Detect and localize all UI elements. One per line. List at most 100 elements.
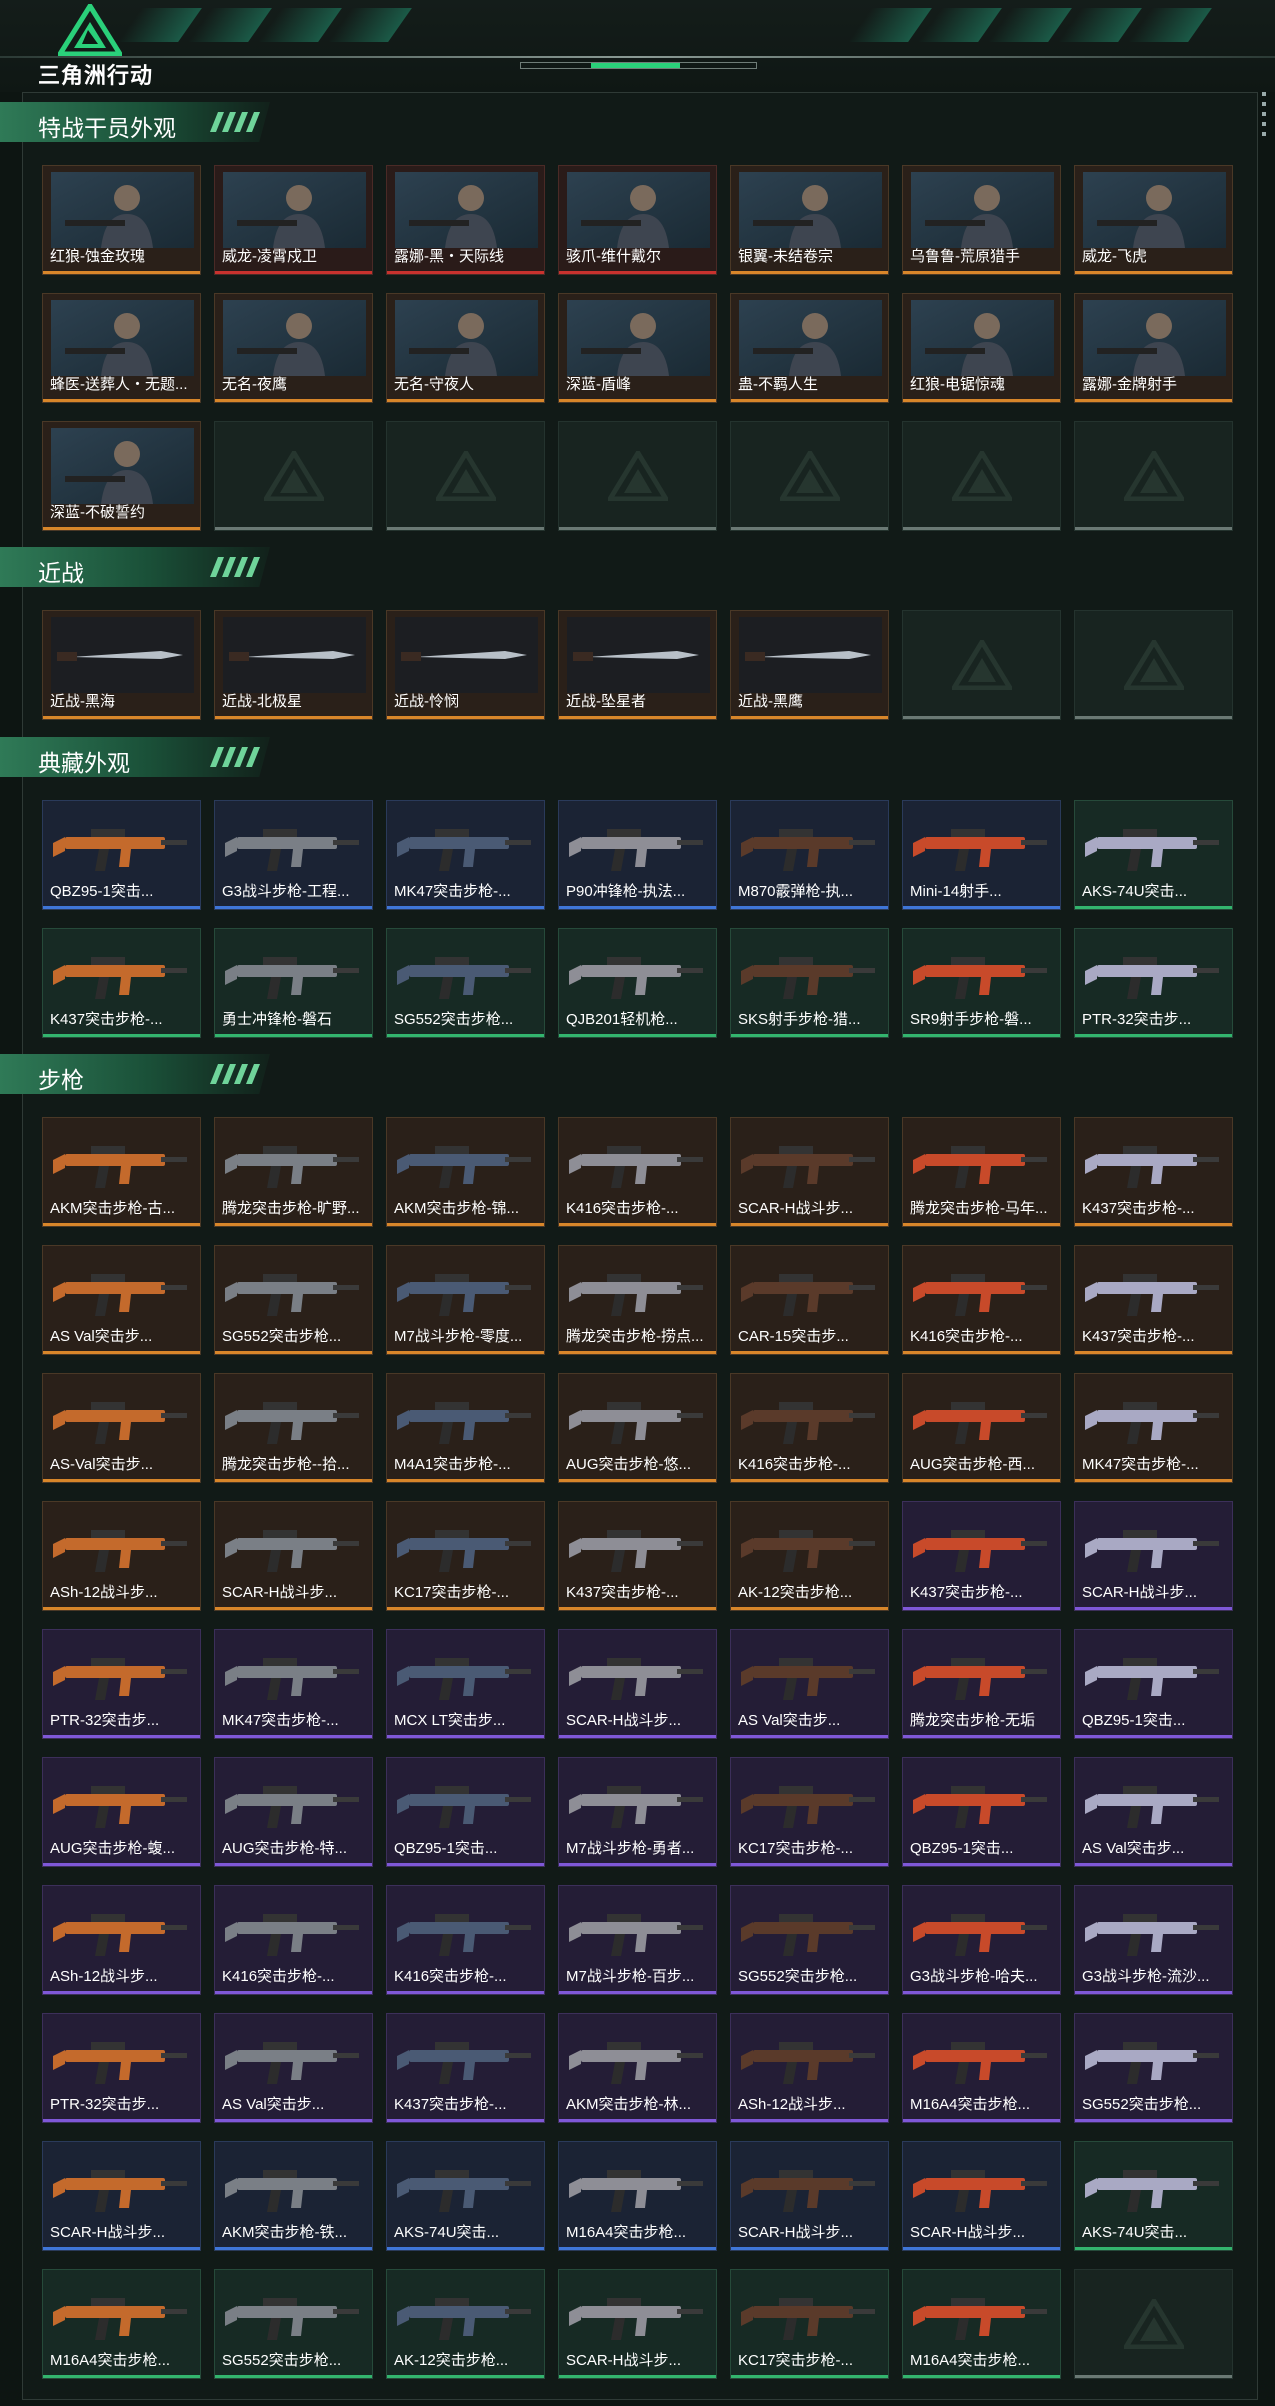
item-card[interactable]: SCAR-H战斗步... <box>558 1629 717 1739</box>
item-card[interactable]: AS Val突击步... <box>1074 1757 1233 1867</box>
item-card[interactable]: QBZ95-1突击... <box>1074 1629 1233 1739</box>
item-card[interactable]: 近战-黑海 <box>42 610 201 720</box>
item-card[interactable]: 露娜-金牌射手 <box>1074 293 1233 403</box>
item-card[interactable]: M16A4突击步枪... <box>902 2269 1061 2379</box>
item-card[interactable]: AK-12突击步枪... <box>730 1501 889 1611</box>
item-card[interactable]: 腾龙突击步枪-马年... <box>902 1117 1061 1227</box>
item-card[interactable]: SCAR-H战斗步... <box>558 2269 717 2379</box>
item-card[interactable]: 红狼-电锯惊魂 <box>902 293 1061 403</box>
item-card[interactable]: SCAR-H战斗步... <box>214 1501 373 1611</box>
item-card[interactable]: ASh-12战斗步... <box>42 1501 201 1611</box>
item-card[interactable]: SR9射手步枪-磐... <box>902 928 1061 1038</box>
item-card[interactable]: SCAR-H战斗步... <box>1074 1501 1233 1611</box>
item-card[interactable]: Mini-14射手... <box>902 800 1061 910</box>
item-card[interactable]: K437突击步枪-... <box>1074 1117 1233 1227</box>
item-card[interactable]: 腾龙突击步枪-无垢 <box>902 1629 1061 1739</box>
item-card[interactable]: 腾龙突击步枪--拾... <box>214 1373 373 1483</box>
item-card[interactable]: K437突击步枪-... <box>902 1501 1061 1611</box>
item-card[interactable]: 勇士冲锋枪-磐石 <box>214 928 373 1038</box>
item-card[interactable]: QBZ95-1突击... <box>902 1757 1061 1867</box>
item-card[interactable]: K437突击步枪-... <box>42 928 201 1038</box>
item-card[interactable]: 近战-坠星者 <box>558 610 717 720</box>
item-card[interactable]: 腾龙突击步枪-捞点... <box>558 1245 717 1355</box>
item-card[interactable]: SCAR-H战斗步... <box>730 1117 889 1227</box>
item-card[interactable]: K437突击步枪-... <box>386 2013 545 2123</box>
item-card[interactable]: SKS射手步枪-猎... <box>730 928 889 1038</box>
item-card[interactable]: K416突击步枪-... <box>386 1885 545 1995</box>
item-card[interactable]: AKS-74U突击... <box>1074 2141 1233 2251</box>
item-card[interactable]: M870霰弹枪-执... <box>730 800 889 910</box>
item-card[interactable]: M7战斗步枪-勇者... <box>558 1757 717 1867</box>
item-card[interactable]: AKM突击步枪-林... <box>558 2013 717 2123</box>
item-card[interactable]: AKM突击步枪-铁... <box>214 2141 373 2251</box>
item-card[interactable]: AUG突击步枪-西... <box>902 1373 1061 1483</box>
item-card[interactable]: SCAR-H战斗步... <box>730 2141 889 2251</box>
item-card[interactable]: MK47突击步枪-... <box>214 1629 373 1739</box>
item-card[interactable]: AK-12突击步枪... <box>386 2269 545 2379</box>
item-card[interactable]: AUG突击步枪-特... <box>214 1757 373 1867</box>
item-card[interactable]: AS Val突击步... <box>214 2013 373 2123</box>
item-card[interactable]: 红狼-蚀金玫瑰 <box>42 165 201 275</box>
item-card[interactable]: SG552突击步枪... <box>1074 2013 1233 2123</box>
item-card[interactable]: SG552突击步枪... <box>214 1245 373 1355</box>
item-card[interactable]: 蛊-不羁人生 <box>730 293 889 403</box>
item-card[interactable]: KC17突击步枪-... <box>730 1757 889 1867</box>
item-card[interactable]: AKS-74U突击... <box>386 2141 545 2251</box>
item-card[interactable]: SCAR-H战斗步... <box>42 2141 201 2251</box>
item-card[interactable]: 蜂医-送葬人・无题... <box>42 293 201 403</box>
item-card[interactable]: SG552突击步枪... <box>214 2269 373 2379</box>
item-card[interactable]: K416突击步枪-... <box>902 1245 1061 1355</box>
item-card[interactable]: K437突击步枪-... <box>558 1501 717 1611</box>
item-card[interactable]: 露娜-黑・天际线 <box>386 165 545 275</box>
item-card[interactable]: AS Val突击步... <box>730 1629 889 1739</box>
item-card[interactable]: AKM突击步枪-古... <box>42 1117 201 1227</box>
item-card[interactable]: 近战-北极星 <box>214 610 373 720</box>
item-card[interactable]: G3战斗步枪-工程... <box>214 800 373 910</box>
item-card[interactable]: 深蓝-盾峰 <box>558 293 717 403</box>
item-card[interactable]: KC17突击步枪-... <box>730 2269 889 2379</box>
item-card[interactable]: KC17突击步枪-... <box>386 1501 545 1611</box>
item-card[interactable]: 腾龙突击步枪-旷野... <box>214 1117 373 1227</box>
item-card[interactable]: AUG突击步枪-蝮... <box>42 1757 201 1867</box>
item-card[interactable]: M16A4突击步枪... <box>42 2269 201 2379</box>
item-card[interactable]: SG552突击步枪... <box>386 928 545 1038</box>
item-card[interactable]: 近战-怜悯 <box>386 610 545 720</box>
item-card[interactable]: 银翼-未结卷宗 <box>730 165 889 275</box>
item-card[interactable]: M16A4突击步枪... <box>902 2013 1061 2123</box>
item-card[interactable]: MK47突击步枪-... <box>1074 1373 1233 1483</box>
item-card[interactable]: CAR-15突击步... <box>730 1245 889 1355</box>
item-card[interactable]: SG552突击步枪... <box>730 1885 889 1995</box>
item-card[interactable]: 威龙-凌霄戍卫 <box>214 165 373 275</box>
item-card[interactable]: G3战斗步枪-流沙... <box>1074 1885 1233 1995</box>
item-card[interactable]: M7战斗步枪-百步... <box>558 1885 717 1995</box>
item-card[interactable]: AUG突击步枪-悠... <box>558 1373 717 1483</box>
item-card[interactable]: 骇爪-维什戴尔 <box>558 165 717 275</box>
item-card[interactable]: M7战斗步枪-零度... <box>386 1245 545 1355</box>
item-card[interactable]: K416突击步枪-... <box>730 1373 889 1483</box>
item-card[interactable]: 威龙-飞虎 <box>1074 165 1233 275</box>
item-card[interactable]: ASh-12战斗步... <box>42 1885 201 1995</box>
item-card[interactable]: K416突击步枪-... <box>558 1117 717 1227</box>
item-card[interactable]: QBZ95-1突击... <box>386 1757 545 1867</box>
item-card[interactable]: M4A1突击步枪-... <box>386 1373 545 1483</box>
item-card[interactable]: PTR-32突击步... <box>42 2013 201 2123</box>
item-card[interactable]: AKS-74U突击... <box>1074 800 1233 910</box>
item-card[interactable]: M16A4突击步枪... <box>558 2141 717 2251</box>
item-card[interactable]: QBZ95-1突击... <box>42 800 201 910</box>
item-card[interactable]: 深蓝-不破誓约 <box>42 421 201 531</box>
item-card[interactable]: K437突击步枪-... <box>1074 1245 1233 1355</box>
item-card[interactable]: 乌鲁鲁-荒原猎手 <box>902 165 1061 275</box>
item-card[interactable]: K416突击步枪-... <box>214 1885 373 1995</box>
item-card[interactable]: G3战斗步枪-哈夫... <box>902 1885 1061 1995</box>
item-card[interactable]: QJB201轻机枪... <box>558 928 717 1038</box>
item-card[interactable]: AS-Val突击步... <box>42 1373 201 1483</box>
item-card[interactable]: 无名-守夜人 <box>386 293 545 403</box>
item-card[interactable]: ASh-12战斗步... <box>730 2013 889 2123</box>
item-card[interactable]: MCX LT突击步... <box>386 1629 545 1739</box>
item-card[interactable]: PTR-32突击步... <box>42 1629 201 1739</box>
item-card[interactable]: 近战-黑鹰 <box>730 610 889 720</box>
item-card[interactable]: AS Val突击步... <box>42 1245 201 1355</box>
item-card[interactable]: MK47突击步枪-... <box>386 800 545 910</box>
item-card[interactable]: PTR-32突击步... <box>1074 928 1233 1038</box>
scrollbar[interactable] <box>1262 92 1268 152</box>
